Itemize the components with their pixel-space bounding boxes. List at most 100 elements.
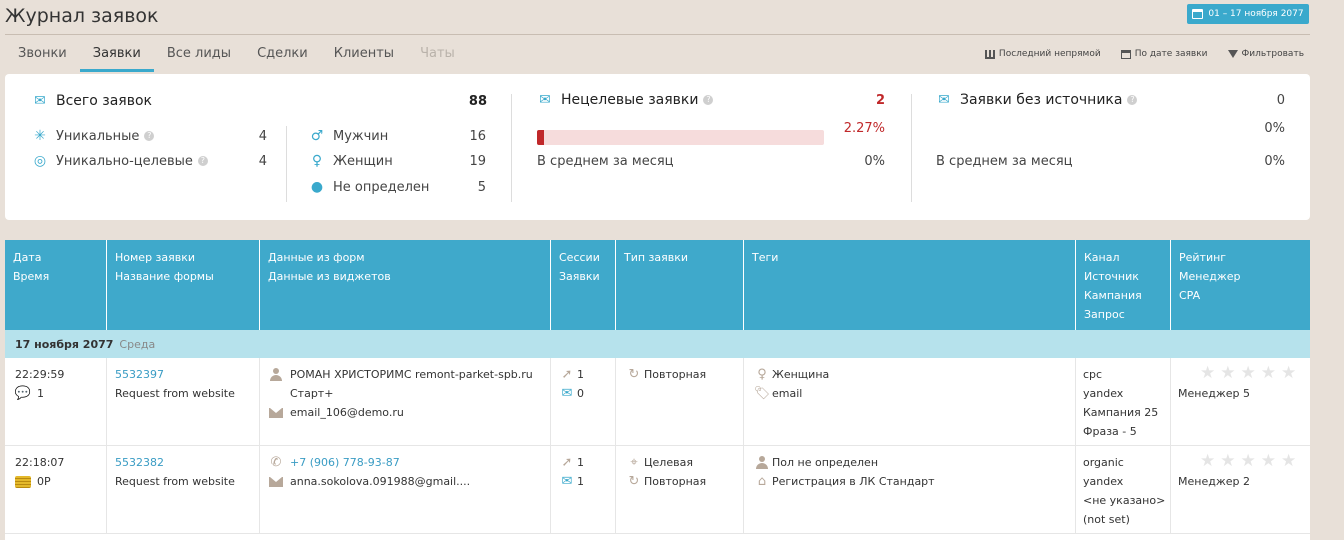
type-line: ⌖ Целевая [626,453,743,472]
column-header-label: Сессии [559,251,600,264]
star-icon[interactable]: ★ [1281,365,1296,384]
stat-nontarget-avg-label: В среднем за месяц [537,154,674,169]
tab-all-leads[interactable]: Все лиды [154,36,244,72]
cursor-icon: ➚ [561,455,573,470]
request-number-link[interactable]: 5532382 [115,453,259,472]
column-header-number[interactable]: Номер заявки Название формы [107,240,260,330]
help-icon[interactable]: ? [144,131,155,141]
cursor-icon: ➚ [561,367,573,382]
star-icon[interactable]: ★ [1200,365,1215,384]
campaign-value: <не указано> [1083,494,1166,507]
date-mode-label: По дате заявки [1134,49,1208,59]
column-header-label: Запрос [1084,308,1125,321]
female-icon: ♀ [311,153,323,169]
tag-value: Пол не определен [772,456,879,469]
query-value: (not set) [1083,513,1130,526]
stat-nontarget-value: 2 [875,92,885,108]
help-icon[interactable]: ? [197,156,208,166]
cell-rating: ★ ★ ★ ★ ★ Менеджер 5 [1171,358,1310,445]
column-header-date[interactable]: Дата Время [5,240,107,330]
help-icon[interactable]: ? [1127,95,1138,105]
table-row[interactable]: 22:18:07 0Р 5532382 Request from website… [5,446,1310,534]
star-icon[interactable]: ★ [1220,365,1235,384]
crosshair-icon: ⌖ [630,455,638,470]
cell-type: ⌖ Целевая ↻ Повторная [616,446,744,533]
filter-button[interactable]: Фильтровать [1227,49,1304,59]
column-header-label: Кампания [1084,289,1142,302]
filter-label: Фильтровать [1241,49,1304,59]
star-icon[interactable]: ★ [1261,453,1276,472]
tab-deals[interactable]: Сделки [244,36,321,72]
person-icon [268,368,284,381]
column-header-tags[interactable]: Теги [744,240,1076,330]
stat-male: ♂ Мужчин 16 [309,128,486,144]
stat-nosource-avg-value: 0% [1264,154,1285,169]
star-icon[interactable]: ★ [1261,365,1276,384]
form-name: Request from website [115,387,235,400]
column-header-type[interactable]: Тип заявки [616,240,744,330]
column-header-label: Тип заявки [624,251,689,264]
male-icon: ♂ [310,128,324,144]
star-icon[interactable]: ★ [1200,453,1215,472]
form-phone-value[interactable]: +7 (906) 778-93-87 [290,453,400,472]
type-line: ↻ Повторная [626,365,743,384]
cell-sessions: ➚ 1 ✉ 1 [551,446,616,533]
stat-unique-target-label: Уникально-целевые [56,153,193,169]
star-icon[interactable]: ★ [1241,453,1256,472]
stat-male-label: Мужчин [333,128,389,144]
row-time: 22:29:59 [15,368,65,381]
star-icon[interactable]: ★ [1281,453,1296,472]
manager-value: Менеджер 5 [1178,387,1250,400]
divider [286,126,287,202]
day-group-row: 17 ноября 2077 Среда [5,330,1310,358]
rating-stars[interactable]: ★ ★ ★ ★ ★ [1178,365,1310,384]
manager-value: Менеджер 2 [1178,475,1250,488]
column-header-label: Источник [1084,270,1139,283]
tab-requests[interactable]: Заявки [79,36,154,72]
type-value: Целевая [644,456,693,469]
row-time: 22:18:07 [15,456,65,469]
star-icon[interactable]: ★ [1220,453,1235,472]
inbox-icon: ✉ [34,93,46,109]
type-value: Повторная [644,475,707,488]
stat-total: ✉ Всего заявок 88 [32,93,487,109]
help-icon[interactable]: ? [703,95,714,105]
tab-clients[interactable]: Клиенты [321,36,407,72]
table-row[interactable]: 22:29:59 💬 1 5532397 Request from websit… [5,358,1310,446]
stat-nosource: ✉ Заявки без источника ? 0 [936,92,1285,108]
phone-icon: ✆ [270,455,282,470]
column-header-sessions[interactable]: Сессии Заявки [551,240,616,330]
column-header-label: Номер заявки [115,251,196,264]
stat-nosource-value: 0 [1276,92,1285,108]
cell-sessions: ➚ 1 ✉ 0 [551,358,616,445]
target-icon: ◎ [33,153,47,169]
star-icon[interactable]: ★ [1241,365,1256,384]
request-number-link[interactable]: 5532397 [115,365,259,384]
calendar-icon [1120,49,1131,59]
column-header-rating[interactable]: Рейтинг Менеджер CPA [1171,240,1310,330]
stat-nontarget-label: Нецелевые заявки [561,92,699,108]
stat-nontarget-avg: В среднем за месяц 0% [537,154,885,169]
date-range-button[interactable]: 01 – 17 ноября 2077 [1187,4,1309,24]
column-header-channel[interactable]: Канал Источник Кампания Запрос [1076,240,1171,330]
source-value: yandex [1083,475,1124,488]
attribution-button[interactable]: Последний непрямой [984,49,1101,59]
cell-rating: ★ ★ ★ ★ ★ Менеджер 2 [1171,446,1310,533]
date-mode-button[interactable]: По дате заявки [1120,49,1208,59]
repeat-icon: ↻ [628,474,640,489]
column-header-label: Менеджер [1179,270,1241,283]
rating-stars[interactable]: ★ ★ ★ ★ ★ [1178,453,1310,472]
column-header-form-data[interactable]: Данные из форм Данные из виджетов [260,240,551,330]
row-sub-value: 1 [37,387,44,400]
cell-channel: organic yandex <не указано> (not set) [1076,446,1171,533]
toolbar: Последний непрямой По дате заявки Фильтр… [984,49,1304,59]
funnel-icon [1227,50,1238,58]
tag-line: ⌂ Регистрация в ЛК Стандарт [754,472,1075,491]
coins-icon [15,475,31,488]
tab-calls[interactable]: Звонки [5,36,80,72]
stat-undefined: ● Не определен 5 [309,179,486,195]
inbox-x-icon: ✉ [539,92,551,108]
row-sub: 💬 1 [15,384,106,403]
tag-value: Женщина [772,368,830,381]
stat-female: ♀ Женщин 19 [309,153,486,169]
